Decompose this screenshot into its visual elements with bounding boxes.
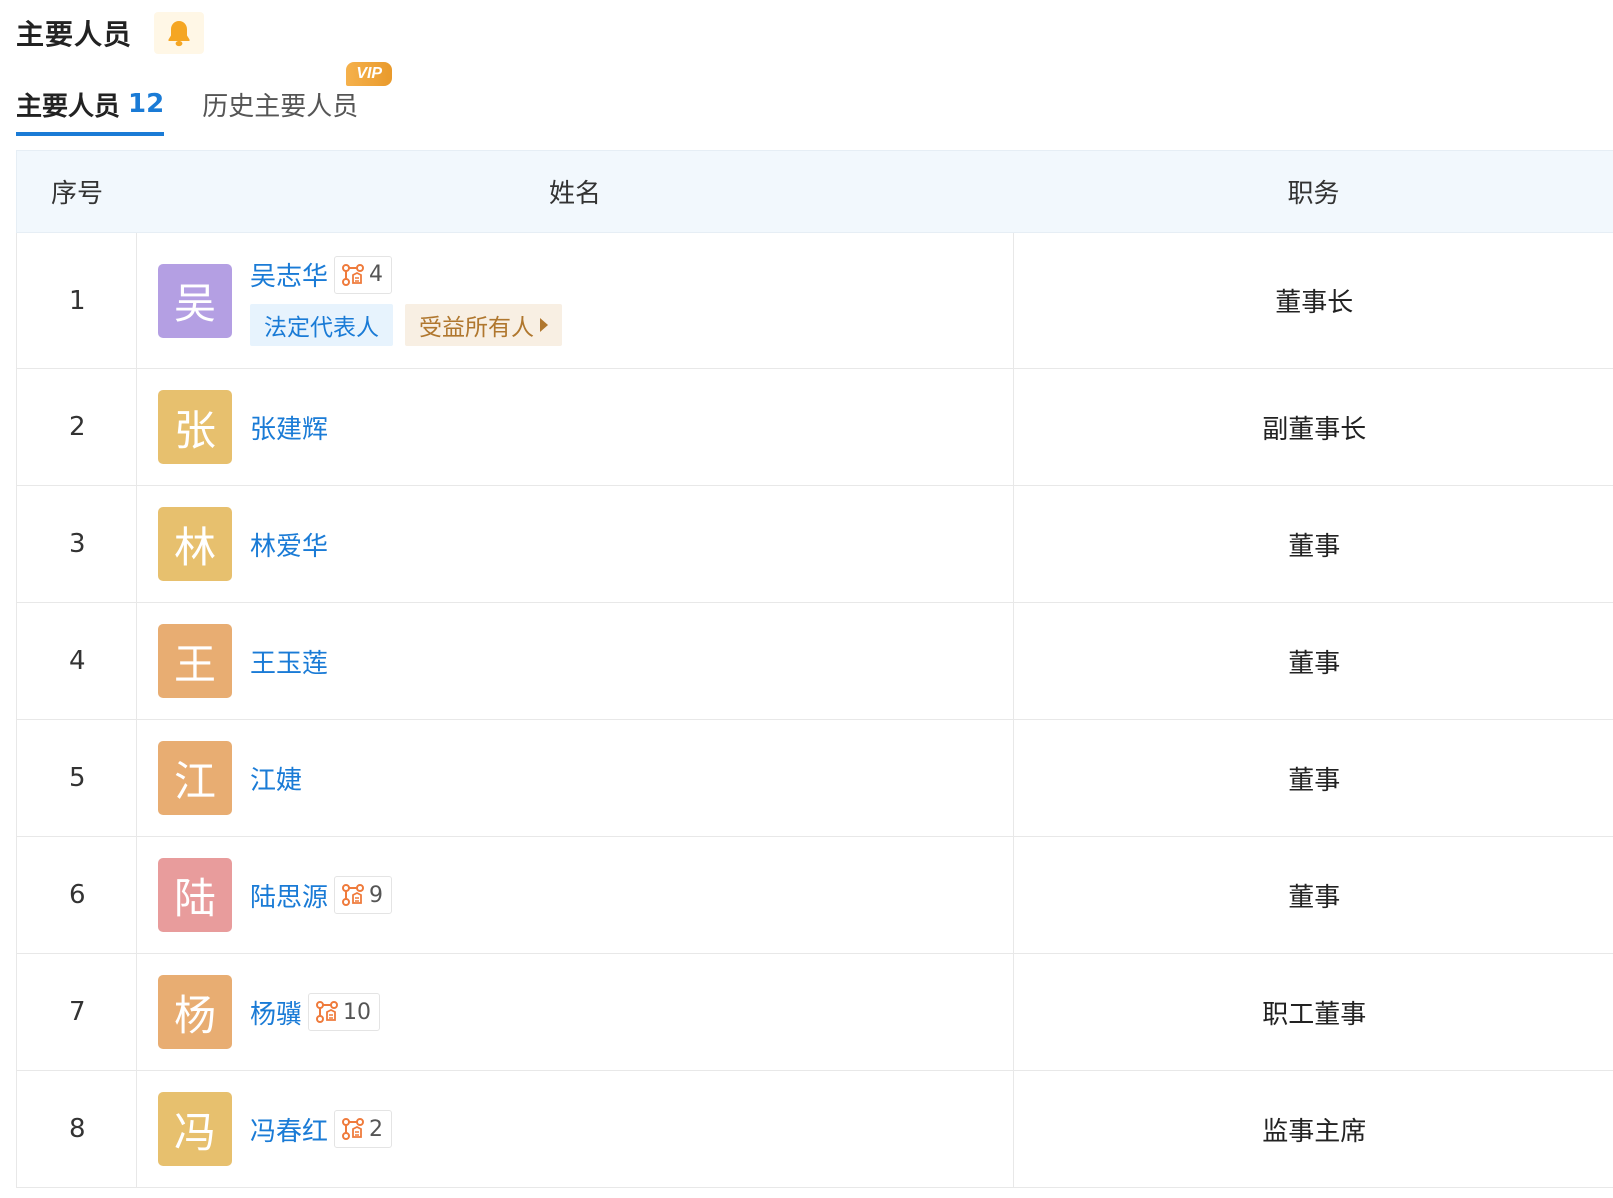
table-row: 4 王王玉莲 董事 <box>16 602 1613 720</box>
name-cell: 张张建辉 <box>136 368 1014 486</box>
enterprise-count-badge[interactable]: 2 <box>334 1110 393 1148</box>
avatar[interactable]: 王 <box>158 624 232 698</box>
avatar[interactable]: 冯 <box>158 1092 232 1166</box>
tab-history-personnel[interactable]: 历史主要人员 VIP <box>202 62 393 136</box>
row-index: 5 <box>16 719 137 837</box>
table-header-row: 序号 姓名 职务 <box>16 150 1613 233</box>
position-cell: 董事 <box>1013 719 1613 837</box>
beneficial-owner-tag[interactable]: 受益所有人 <box>405 303 562 346</box>
row-index: 7 <box>16 953 137 1071</box>
table-row: 8 冯冯春红 2 监事主席 <box>16 1070 1613 1188</box>
enterprise-network-icon <box>316 1001 339 1023</box>
name-cell: 杨杨骥 10 <box>136 953 1014 1071</box>
caret-right-icon <box>540 317 548 332</box>
row-index: 6 <box>16 836 137 954</box>
enterprise-count: 10 <box>343 999 372 1025</box>
position-cell: 职工董事 <box>1013 953 1613 1071</box>
person-name-link[interactable]: 吴志华 <box>250 256 328 293</box>
personnel-table-container: 序号 姓名 职务 1 吴吴志华 4 法定代表人 受益所有人 董事长 2 张张建辉 副董事长 3 林林… <box>16 150 1613 1198</box>
row-index: 4 <box>16 602 137 720</box>
tab-key-personnel-label: 主要人员 <box>16 91 121 122</box>
tab-key-personnel[interactable]: 主要人员 12 <box>16 62 165 136</box>
person-name-link[interactable]: 冯春红 <box>250 1111 328 1148</box>
name-cell: 陆陆思源 9 <box>136 836 1014 954</box>
row-index: 2 <box>16 368 137 486</box>
row-index: 8 <box>16 1070 137 1188</box>
enterprise-count-badge[interactable]: 4 <box>334 255 393 294</box>
avatar[interactable]: 陆 <box>158 858 232 932</box>
name-cell: 江江婕 <box>136 719 1014 837</box>
avatar[interactable]: 江 <box>158 741 232 815</box>
table-row: 6 陆陆思源 9 董事 <box>16 836 1613 954</box>
enterprise-network-icon <box>342 1118 365 1140</box>
position-cell: 董事 <box>1013 485 1613 603</box>
position-cell: 董事 <box>1013 602 1613 720</box>
person-name-link[interactable]: 张建辉 <box>250 409 328 446</box>
position-cell: 监事主席 <box>1013 1070 1613 1188</box>
subscribe-button[interactable] <box>154 12 205 54</box>
person-name-link[interactable]: 王玉莲 <box>250 643 328 680</box>
position-cell: 董事长 <box>1013 232 1613 369</box>
table-row: 3 林林爱华 董事 <box>16 485 1613 603</box>
name-cell: 林林爱华 <box>136 485 1014 603</box>
position-cell: 副董事长 <box>1013 368 1613 486</box>
name-cell: 冯冯春红 2 <box>136 1070 1014 1188</box>
tab-history-personnel-label: 历史主要人员 <box>202 91 359 122</box>
beneficial-owner-label: 受益所有人 <box>419 314 534 341</box>
enterprise-count: 4 <box>369 262 384 287</box>
person-name-link[interactable]: 林爱华 <box>250 526 328 563</box>
person-tags: 法定代表人 受益所有人 <box>250 303 562 346</box>
person-name-link[interactable]: 杨骥 <box>250 994 302 1031</box>
name-cell: 吴吴志华 4 法定代表人 受益所有人 <box>136 232 1014 369</box>
enterprise-network-icon <box>342 263 365 286</box>
section-title: 主要人员 <box>16 18 133 51</box>
table-row: 7 杨杨骥 10 职工董事 <box>16 953 1613 1071</box>
row-index: 1 <box>16 232 137 369</box>
table-row: 1 吴吴志华 4 法定代表人 受益所有人 董事长 <box>16 232 1613 369</box>
position-cell: 董事 <box>1013 836 1613 954</box>
legal-representative-tag: 法定代表人 <box>250 303 393 346</box>
enterprise-count-badge[interactable]: 10 <box>308 993 381 1031</box>
avatar[interactable]: 吴 <box>158 263 232 338</box>
tab-key-personnel-count: 12 <box>128 89 165 119</box>
tab-bar: 主要人员 12 历史主要人员 VIP <box>16 62 393 136</box>
table-row: 2 张张建辉 副董事长 <box>16 368 1613 486</box>
enterprise-count: 2 <box>369 1116 384 1142</box>
enterprise-network-icon <box>342 884 365 906</box>
avatar[interactable]: 杨 <box>158 975 232 1049</box>
enterprise-count: 9 <box>369 882 384 908</box>
row-index: 3 <box>16 485 137 603</box>
name-cell: 王王玉莲 <box>136 602 1014 720</box>
personnel-table: 序号 姓名 职务 1 吴吴志华 4 法定代表人 受益所有人 董事长 2 张张建辉 副董事长 3 林林… <box>16 150 1613 1188</box>
avatar[interactable]: 张 <box>158 390 232 464</box>
header-name: 姓名 <box>136 150 1014 233</box>
bell-icon <box>168 21 190 47</box>
table-row: 5 江江婕 董事 <box>16 719 1613 837</box>
vip-badge: VIP <box>346 62 393 86</box>
person-name-link[interactable]: 江婕 <box>250 760 302 797</box>
section-header: 主要人员 <box>16 12 205 54</box>
header-position: 职务 <box>1013 150 1613 233</box>
enterprise-count-badge[interactable]: 9 <box>334 876 393 914</box>
header-index: 序号 <box>16 150 137 233</box>
person-name-link[interactable]: 陆思源 <box>250 877 328 914</box>
avatar[interactable]: 林 <box>158 507 232 581</box>
